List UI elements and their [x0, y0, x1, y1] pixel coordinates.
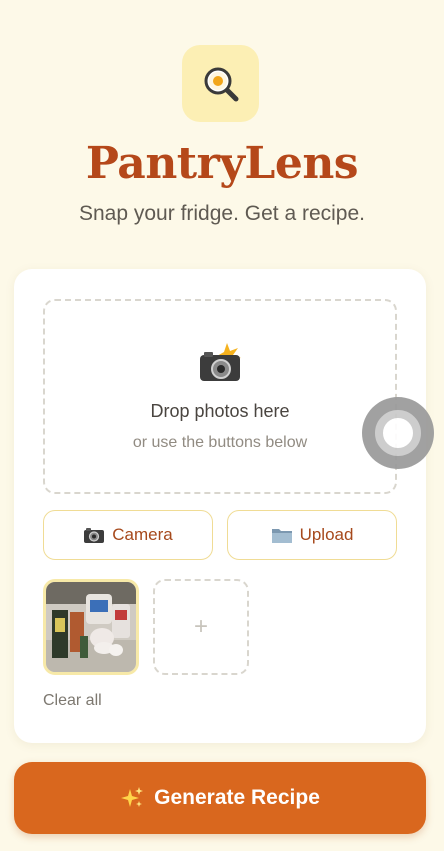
app-title: PantryLens: [85, 138, 359, 189]
photo-dropzone[interactable]: Drop photos here or use the buttons belo…: [43, 299, 397, 494]
upload-card: Drop photos here or use the buttons belo…: [14, 269, 426, 743]
generate-recipe-button[interactable]: Generate Recipe: [14, 762, 426, 834]
folder-icon: [271, 529, 292, 543]
pantry-photo-thumbnail[interactable]: [43, 579, 139, 675]
dropzone-title: Drop photos here: [150, 401, 290, 421]
upload-button-label: Upload: [299, 525, 354, 544]
app-screen: PantryLens Snap your fridge. Get a recip…: [0, 0, 444, 851]
generate-recipe-label: Generate Recipe: [154, 786, 320, 809]
upload-button[interactable]: Upload: [227, 510, 397, 560]
clear-all-link[interactable]: Clear all: [43, 692, 102, 710]
add-photo-button[interactable]: +: [153, 579, 249, 675]
camera-flash-icon: [200, 343, 241, 381]
camera-button-label: Camera: [112, 525, 173, 544]
app-logo: [182, 45, 259, 122]
magnifier-egg-icon: [204, 67, 238, 101]
sparkles-icon: [121, 787, 144, 807]
camera-button[interactable]: Camera: [43, 510, 213, 560]
touch-indicator: [362, 397, 434, 469]
app-tagline: Snap your fridge. Get a recipe.: [79, 202, 365, 225]
pantry-photo-image: [46, 582, 136, 672]
add-photo-plus: +: [193, 613, 208, 640]
dropzone-subtitle: or use the buttons below: [132, 434, 308, 451]
camera-icon: [84, 528, 105, 543]
touch-ring: [375, 410, 421, 456]
